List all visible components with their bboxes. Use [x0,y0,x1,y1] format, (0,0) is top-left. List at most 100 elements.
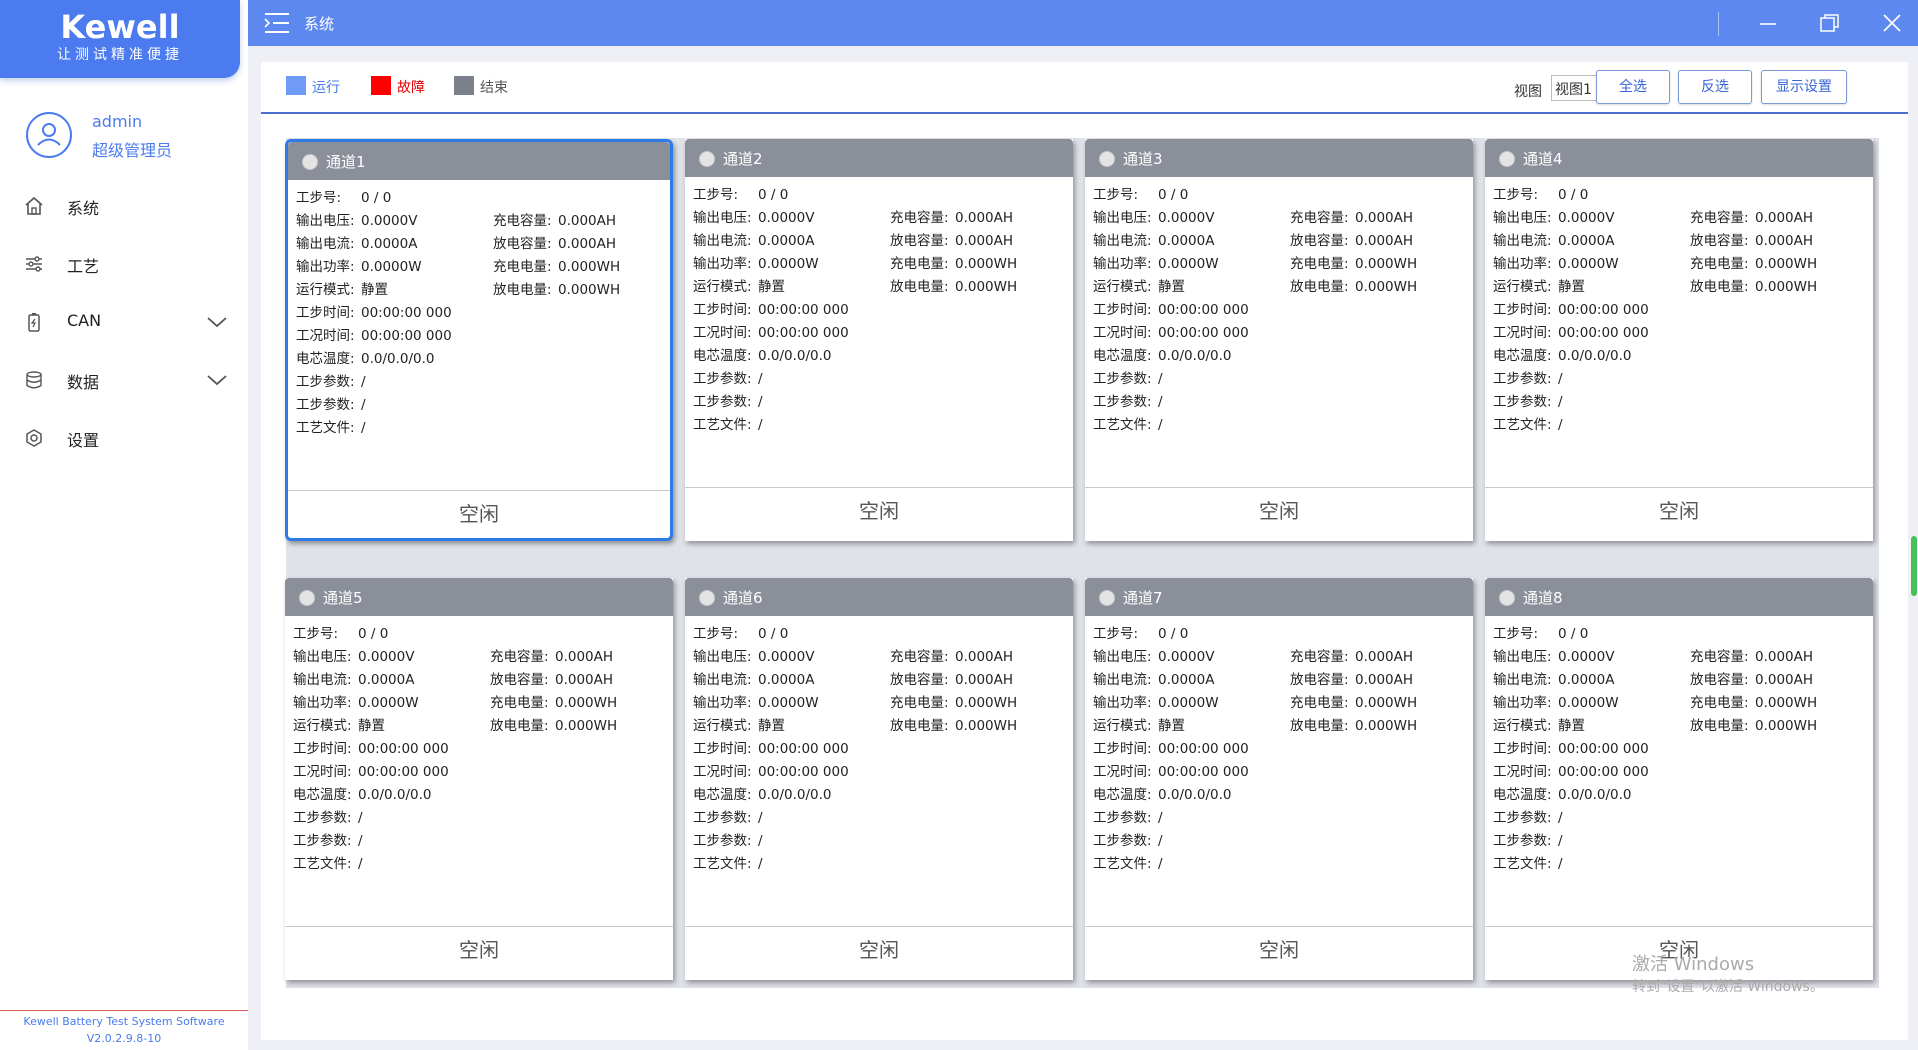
field-label: 运行模式: [693,279,752,295]
charge-energy-row: 充电电量: 0.000WH [1290,691,1417,711]
field-label: 工步号: [296,190,342,206]
field-label: 工况时间: [1493,764,1552,780]
output-voltage-row: 输出电压: 0.0000V [293,645,414,665]
field-label: 输出功率: [293,695,352,711]
channel-header: 通道1 [288,142,670,180]
condition-time-row: 工况时间: 00:00:00 000 [293,760,449,780]
channel-name: 通道4 [1523,150,1563,168]
field-label: 运行模式: [293,718,352,734]
channel-status: 空闲 [1659,499,1699,523]
nav-item-system[interactable]: 系统 [0,184,248,228]
field-label: 电芯温度: [1093,348,1152,364]
cell-temperature-row: 电芯温度: 0.0/0.0/0.0 [296,347,435,367]
channel-card-8[interactable]: 通道8 工步号: 0 / 0 输出电压: 0.0000V 输出电流: 0.0000A … [1485,578,1873,980]
channel-card-3[interactable]: 通道3 工步号: 0 / 0 输出电压: 0.0000V 输出电流: 0.0000A … [1085,139,1473,541]
discharge-capacity-row: 放电容量: 0.000AH [490,668,613,688]
field-value: 0.0000V [1158,649,1215,665]
field-value: / [758,394,763,410]
field-value: 0.0000W [758,695,819,711]
field-value: 0.0000A [1158,233,1215,249]
field-value: 00:00:00 000 [758,764,849,780]
field-value: / [358,810,363,826]
channel-card-1[interactable]: 通道1 工步号: 0 / 0 输出电压: 0.0000V 输出电流: 0.0000A … [285,139,673,541]
field-value: 0.000WH [955,718,1018,734]
field-label: 工步参数: [693,810,752,826]
status-indicator-icon [1099,590,1115,606]
run-mode-row: 运行模式: 静置 [693,714,785,734]
user-role: 超级管理员 [92,141,173,160]
scrollbar-thumb[interactable] [1911,536,1917,596]
field-label: 放电容量: [1690,233,1749,249]
field-value: 0.000AH [558,236,617,252]
discharge-capacity-row: 放电容量: 0.000AH [890,668,1013,688]
channel-name: 通道6 [723,589,763,607]
process-file-row: 工艺文件: / [293,852,363,872]
status-indicator-icon [302,154,318,170]
channel-name: 通道5 [323,589,363,607]
charge-capacity-row: 充电容量: 0.000AH [1690,206,1813,226]
nav-item-settings[interactable]: 设置 [0,416,248,460]
chevron-down-icon[interactable] [205,312,229,332]
nav-item-label: 工艺 [67,257,100,276]
brand-logo: Kewell 让测试精准便捷 [0,0,240,78]
channel-header: 通道2 [685,139,1073,177]
field-value: / [758,833,763,849]
field-value: 0.0000A [358,672,415,688]
restore-icon[interactable] [1818,11,1842,35]
field-label: 工况时间: [1093,325,1152,341]
channel-status: 空闲 [459,938,499,962]
field-value: 0.000WH [1355,718,1418,734]
step-time-row: 工步时间: 00:00:00 000 [1493,298,1649,318]
field-value: 0.0000V [1158,210,1215,226]
output-voltage-row: 输出电压: 0.0000V [1493,206,1614,226]
output-current-row: 输出电流: 0.0000A [693,668,814,688]
field-value: 0.000AH [1355,672,1414,688]
channel-card-6[interactable]: 通道6 工步号: 0 / 0 输出电压: 0.0000V 输出电流: 0.0000A … [685,578,1073,980]
channel-card-4[interactable]: 通道4 工步号: 0 / 0 输出电压: 0.0000V 输出电流: 0.0000A … [1485,139,1873,541]
title-bar: 系统 [248,0,1918,46]
brand-slogan: 让测试精准便捷 [57,47,183,63]
field-label: 输出功率: [1093,695,1152,711]
field-value: 00:00:00 000 [1158,302,1249,318]
field-label: 工步参数: [1493,833,1552,849]
close-icon[interactable] [1880,11,1904,35]
menu-toggle-icon[interactable] [264,12,290,34]
card-divider [1485,926,1873,927]
field-label: 工步参数: [693,394,752,410]
legend-swatch [454,76,474,95]
minimize-icon[interactable] [1756,11,1780,35]
channel-card-5[interactable]: 通道5 工步号: 0 / 0 输出电压: 0.0000V 输出电流: 0.0000A … [285,578,673,980]
cell-temperature-row: 电芯温度: 0.0/0.0/0.0 [1493,344,1632,364]
invert-selection-button[interactable]: 反选 [1678,70,1752,104]
channel-card-2[interactable]: 通道2 工步号: 0 / 0 输出电压: 0.0000V 输出电流: 0.0000A … [685,139,1073,541]
field-value: 0.0000W [758,256,819,272]
output-power-row: 输出功率: 0.0000W [1493,252,1619,272]
field-label: 充电电量: [1690,256,1749,272]
field-label: 工步参数: [293,833,352,849]
channel-card-7[interactable]: 通道7 工步号: 0 / 0 输出电压: 0.0000V 输出电流: 0.0000A … [1085,578,1473,980]
discharge-capacity-row: 放电容量: 0.000AH [493,232,616,252]
select-all-button[interactable]: 全选 [1596,70,1670,104]
field-label: 工步时间: [693,302,752,318]
field-label: 输出电流: [1093,233,1152,249]
nav-item-can[interactable]: CAN [0,300,248,344]
field-value: 00:00:00 000 [361,305,452,321]
nav-item-data[interactable]: 数据 [0,358,248,402]
step-param-row: 工步参数: / [293,806,363,826]
output-power-row: 输出功率: 0.0000W [1493,691,1619,711]
field-value: 0 / 0 [758,187,789,203]
nav-item-label: 设置 [67,431,100,450]
field-label: 工步参数: [296,397,355,413]
charge-capacity-row: 充电容量: 0.000AH [1290,645,1413,665]
user-name: admin [92,112,143,131]
step-time-row: 工步时间: 00:00:00 000 [293,737,449,757]
user-profile[interactable]: admin 超级管理员 [26,110,236,166]
step-param-row: 工步参数: / [693,829,763,849]
run-mode-row: 运行模式: 静置 [1093,275,1185,295]
field-value: 0.000AH [955,672,1014,688]
field-value: 0.000AH [1755,210,1814,226]
chevron-down-icon[interactable] [205,370,229,390]
display-settings-button[interactable]: 显示设置 [1761,70,1847,104]
field-value: 0.000AH [955,649,1014,665]
nav-item-process[interactable]: 工艺 [0,242,248,286]
